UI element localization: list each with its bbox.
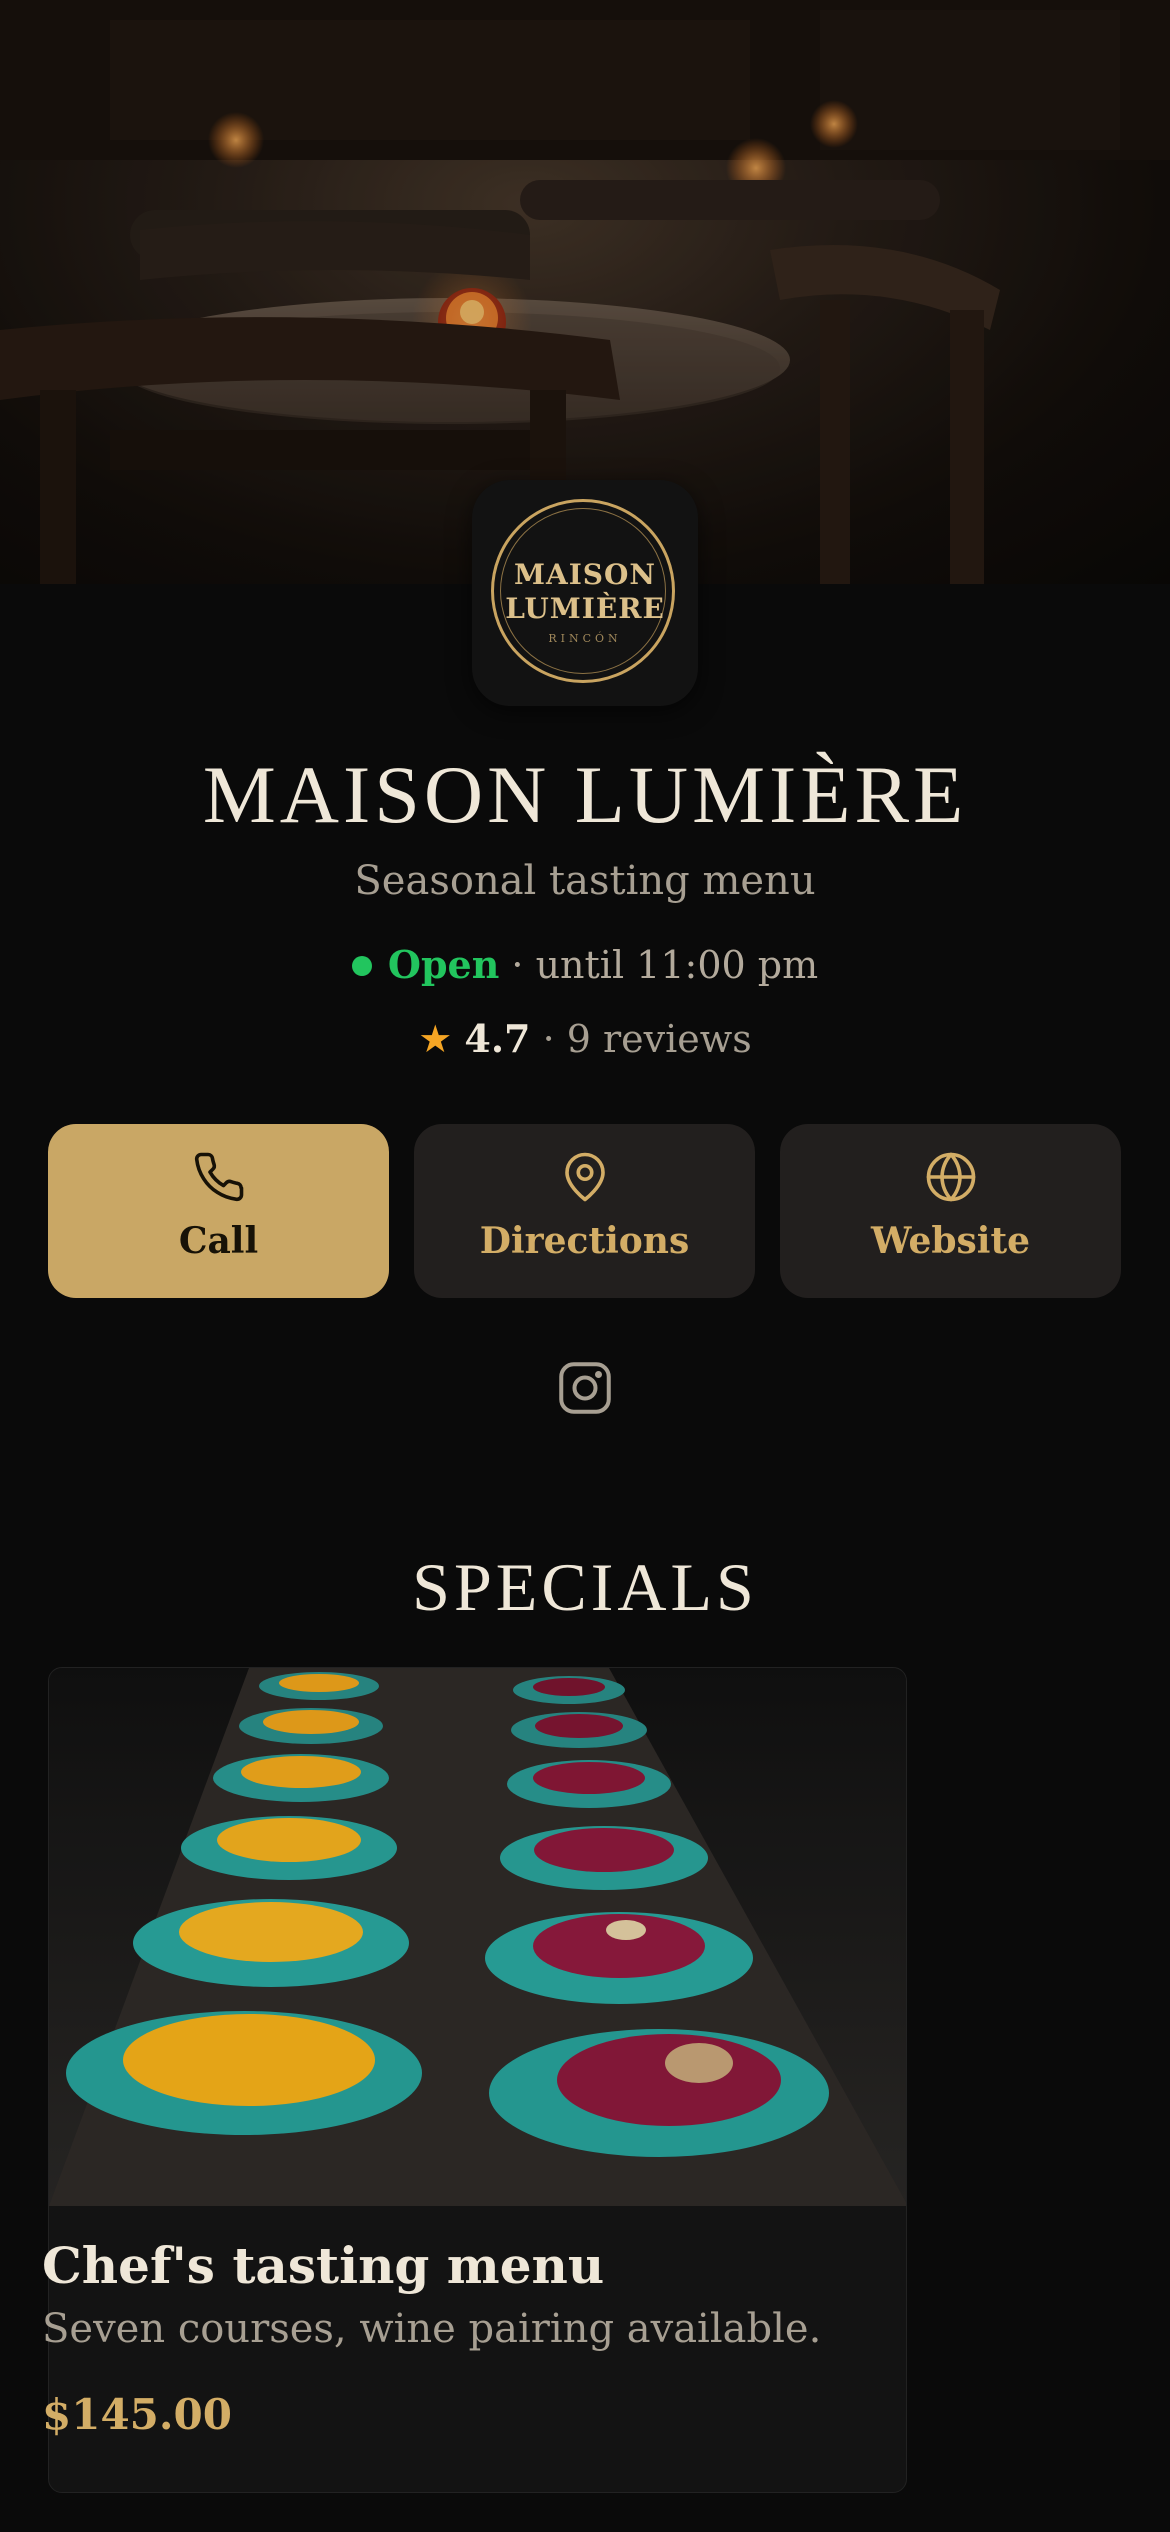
logo-ring — [491, 499, 675, 683]
phone-icon — [194, 1152, 244, 1202]
restaurant-tagline: Seasonal tasting menu — [354, 858, 816, 904]
call-button[interactable]: Call — [48, 1124, 389, 1298]
open-status: Open · until 11:00 pm — [0, 942, 1170, 987]
map-pin-icon — [565, 1152, 605, 1202]
directions-button[interactable]: Directions — [414, 1124, 755, 1298]
instagram-icon[interactable] — [555, 1358, 615, 1418]
specials-heading: SPECIALS — [412, 1549, 758, 1625]
special-title: Chef's tasting menu — [42, 2236, 605, 2295]
logo-text-line2: LUMIÈRE — [505, 592, 665, 625]
status-dot-icon — [351, 955, 372, 976]
star-icon: ★ — [418, 1017, 453, 1061]
website-button-label: Website — [870, 1220, 1031, 1262]
website-button[interactable]: Website — [780, 1124, 1121, 1298]
rating-summary: ★ 4.7 · 9 reviews — [0, 1016, 1170, 1061]
rating-score: 4.7 — [464, 1016, 531, 1061]
special-card[interactable] — [48, 1667, 907, 2493]
review-count: · 9 reviews — [530, 1017, 752, 1061]
directions-button-label: Directions — [479, 1220, 690, 1262]
logo-subtext: RINCÓN — [548, 632, 622, 645]
restaurant-name: MAISON LUMIÈRE — [202, 749, 968, 840]
special-description: Seven courses, wine pairing available. — [42, 2306, 822, 2352]
logo-text-line1: MAISON — [513, 558, 657, 591]
special-price: $145.00 — [42, 2390, 232, 2439]
status-open-label: Open — [387, 942, 500, 987]
special-dish-photo — [49, 1668, 906, 2206]
call-button-label: Call — [178, 1220, 259, 1262]
status-hours: · until 11:00 pm — [499, 943, 819, 987]
globe-icon — [926, 1152, 976, 1202]
restaurant-logo: MAISON LUMIÈRE RINCÓN — [472, 480, 698, 706]
